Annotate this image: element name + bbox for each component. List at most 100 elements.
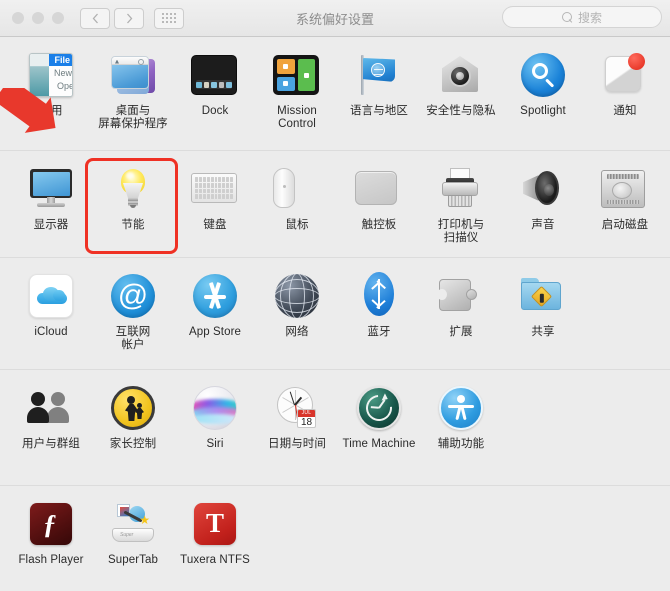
trackpad-icon <box>355 165 403 213</box>
dock-icon <box>191 51 239 99</box>
language-region-icon <box>355 51 403 99</box>
pref-label: iCloud <box>34 326 68 338</box>
prefs-row-hardware: 显示器 节能 键盘 鼠标 触控板 打印机与 扫描仪 声音 启动磁盘 <box>0 151 670 258</box>
pref-item-general[interactable]: File New Ope 通用 <box>10 49 92 131</box>
search-field[interactable]: 搜索 <box>502 6 662 28</box>
displays-icon <box>27 165 75 213</box>
notifications-icon <box>601 51 649 99</box>
users-groups-icon <box>27 384 75 432</box>
security-privacy-icon <box>437 51 485 99</box>
pref-label: Spotlight <box>520 105 566 117</box>
pref-item-language-region[interactable]: 语言与地区 <box>338 49 420 131</box>
app-store-icon <box>191 272 239 320</box>
pref-label: 键盘 <box>203 219 227 231</box>
tuxera-glyph: T <box>205 508 224 538</box>
desktop-screensaver-icon <box>109 51 157 99</box>
minimize-button[interactable] <box>32 12 44 24</box>
pref-item-parental-controls[interactable]: 家长控制 <box>92 382 174 451</box>
pref-label: App Store <box>188 326 242 338</box>
pref-label: Flash Player <box>18 554 84 566</box>
system-preferences-window: 系统偏好设置 搜索 File New Ope 通用 桌面与 屏幕保护程序 Doc… <box>0 0 670 591</box>
pref-label: 共享 <box>531 326 555 338</box>
pref-label: Dock <box>201 105 229 117</box>
pref-label: 用户与群组 <box>22 438 80 450</box>
pref-item-mission-control[interactable]: Mission Control <box>256 49 338 131</box>
pref-item-extensions[interactable]: 扩展 <box>420 270 502 352</box>
window-toolbar: 系统偏好设置 搜索 <box>0 0 670 37</box>
back-button[interactable] <box>80 7 110 29</box>
prefs-row-internet: iCloud @ 互联网 帐户 App Store 网络 蓝牙 扩展 共享 <box>0 258 670 370</box>
pref-label: 蓝牙 <box>367 326 391 338</box>
pref-item-desktop-screensaver[interactable]: 桌面与 屏幕保护程序 <box>92 49 174 131</box>
traffic-lights <box>12 12 64 24</box>
close-button[interactable] <box>12 12 24 24</box>
pref-item-displays[interactable]: 显示器 <box>10 163 92 245</box>
pref-label: 辅助功能 <box>437 438 485 450</box>
general-icon: File New Ope <box>27 51 75 99</box>
network-icon <box>273 272 321 320</box>
pref-item-date-time[interactable]: JUL 18 日期与时间 <box>256 382 338 451</box>
show-all-button[interactable] <box>154 7 184 29</box>
pref-label: 鼠标 <box>285 219 309 231</box>
notification-badge <box>628 53 645 70</box>
pref-item-notifications[interactable]: 通知 <box>584 49 666 131</box>
pref-item-security-privacy[interactable]: 安全性与隐私 <box>420 49 502 131</box>
pref-item-startup-disk[interactable]: 启动磁盘 <box>584 163 666 245</box>
accessibility-icon <box>437 384 485 432</box>
general-icon-line2: New <box>53 68 72 78</box>
pref-item-sharing[interactable]: 共享 <box>502 270 584 352</box>
pref-label: Tuxera NTFS <box>180 554 250 566</box>
spotlight-icon <box>519 51 567 99</box>
pref-item-sound[interactable]: 声音 <box>502 163 584 245</box>
pref-label: 通用 <box>39 105 63 117</box>
startup-disk-icon <box>601 165 649 213</box>
pref-item-siri[interactable]: Siri <box>174 382 256 451</box>
sharing-icon <box>519 272 567 320</box>
pref-label: 安全性与隐私 <box>426 105 496 117</box>
preferences-grid: File New Ope 通用 桌面与 屏幕保护程序 Dock Mission … <box>0 37 670 591</box>
pref-label: 桌面与 屏幕保护程序 <box>98 105 168 130</box>
sound-icon <box>519 165 567 213</box>
pref-label: 网络 <box>285 326 309 338</box>
pref-item-supertab[interactable]: ★ Super SuperTab <box>92 498 174 567</box>
pref-label: 启动磁盘 <box>601 219 649 231</box>
pref-item-keyboard[interactable]: 键盘 <box>174 163 256 245</box>
pref-item-accessibility[interactable]: 辅助功能 <box>420 382 502 451</box>
general-icon-line1: File <box>54 55 70 65</box>
pref-item-dock[interactable]: Dock <box>174 49 256 131</box>
extensions-icon <box>437 272 485 320</box>
pref-label: Siri <box>206 438 224 450</box>
general-icon-line3: Ope <box>56 81 73 91</box>
pref-label: 扩展 <box>449 326 473 338</box>
pref-item-trackpad[interactable]: 触控板 <box>338 163 420 245</box>
pref-label: 触控板 <box>361 219 397 231</box>
pref-label: 打印机与 扫描仪 <box>437 219 485 244</box>
pref-item-mouse[interactable]: 鼠标 <box>256 163 338 245</box>
pref-item-energy-saver[interactable]: 节能 <box>92 163 174 245</box>
pref-item-bluetooth[interactable]: 蓝牙 <box>338 270 420 352</box>
forward-button[interactable] <box>114 7 144 29</box>
prefs-row-system: 用户与群组 家长控制 Siri JUL 18 日期与时间 Time Machin… <box>0 370 670 486</box>
pref-item-flash-player[interactable]: ƒ Flash Player <box>10 498 92 567</box>
pref-item-app-store[interactable]: App Store <box>174 270 256 352</box>
pref-label: 互联网 帐户 <box>115 326 151 351</box>
pref-label: SuperTab <box>107 554 159 566</box>
energy-saver-icon <box>109 165 157 213</box>
pref-item-icloud[interactable]: iCloud <box>10 270 92 352</box>
pref-item-network[interactable]: 网络 <box>256 270 338 352</box>
prefs-row-personal: File New Ope 通用 桌面与 屏幕保护程序 Dock Mission … <box>0 37 670 151</box>
pref-item-spotlight[interactable]: Spotlight <box>502 49 584 131</box>
keyboard-icon <box>191 165 239 213</box>
pref-item-printers-scanners[interactable]: 打印机与 扫描仪 <box>420 163 502 245</box>
flash-player-icon: ƒ <box>27 500 75 548</box>
parental-controls-icon <box>109 384 157 432</box>
siri-icon <box>191 384 239 432</box>
pref-item-internet-accounts[interactable]: @ 互联网 帐户 <box>92 270 174 352</box>
pref-item-users-groups[interactable]: 用户与群组 <box>10 382 92 451</box>
pref-item-tuxera-ntfs[interactable]: T Tuxera NTFS <box>174 498 256 567</box>
pref-item-time-machine[interactable]: Time Machine <box>338 382 420 451</box>
zoom-button[interactable] <box>52 12 64 24</box>
pref-label: 节能 <box>121 219 145 231</box>
icloud-icon <box>27 272 75 320</box>
pref-label: 显示器 <box>33 219 69 231</box>
